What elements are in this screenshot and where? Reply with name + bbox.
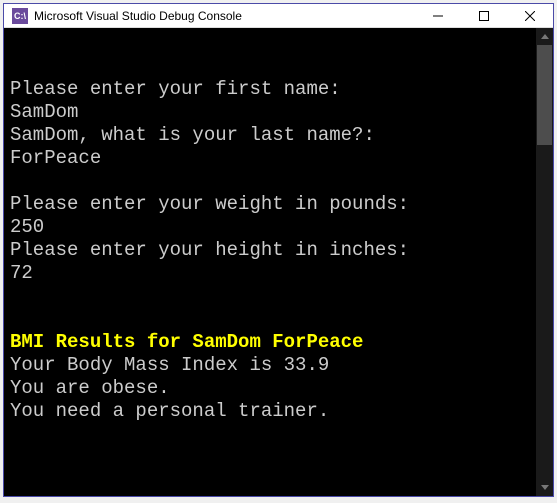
scroll-up-button[interactable] [536,28,553,45]
close-icon [525,11,535,21]
console-line [10,170,547,193]
window-title: Microsoft Visual Studio Debug Console [34,9,415,23]
scrollbar[interactable] [536,28,553,496]
console-line [10,285,547,308]
chevron-down-icon [541,485,549,490]
console-line: You need a personal trainer. [10,400,547,423]
minimize-button[interactable] [415,4,461,27]
close-button[interactable] [507,4,553,27]
maximize-icon [479,11,489,21]
minimize-icon [433,11,443,21]
console-line: SamDom [10,101,547,124]
console-line: BMI Results for SamDom ForPeace [10,331,547,354]
console-line: SamDom, what is your last name?: [10,124,547,147]
console-line: Please enter your first name: [10,78,547,101]
console-line: 250 [10,216,547,239]
console-line [10,308,547,331]
console-line: ForPeace [10,147,547,170]
console-line: You are obese. [10,377,547,400]
maximize-button[interactable] [461,4,507,27]
console-line: Your Body Mass Index is 33.9 [10,354,547,377]
console-area[interactable]: Please enter your first name:SamDomSamDo… [4,28,553,496]
scroll-thumb[interactable] [537,45,552,145]
titlebar[interactable]: C:\ Microsoft Visual Studio Debug Consol… [4,4,553,28]
window: C:\ Microsoft Visual Studio Debug Consol… [3,3,554,497]
window-controls [415,4,553,27]
app-icon: C:\ [12,8,28,24]
scroll-down-button[interactable] [536,479,553,496]
console-line: Please enter your weight in pounds: [10,193,547,216]
console-line: Please enter your height in inches: [10,239,547,262]
console-line: 72 [10,262,547,285]
chevron-up-icon [541,34,549,39]
